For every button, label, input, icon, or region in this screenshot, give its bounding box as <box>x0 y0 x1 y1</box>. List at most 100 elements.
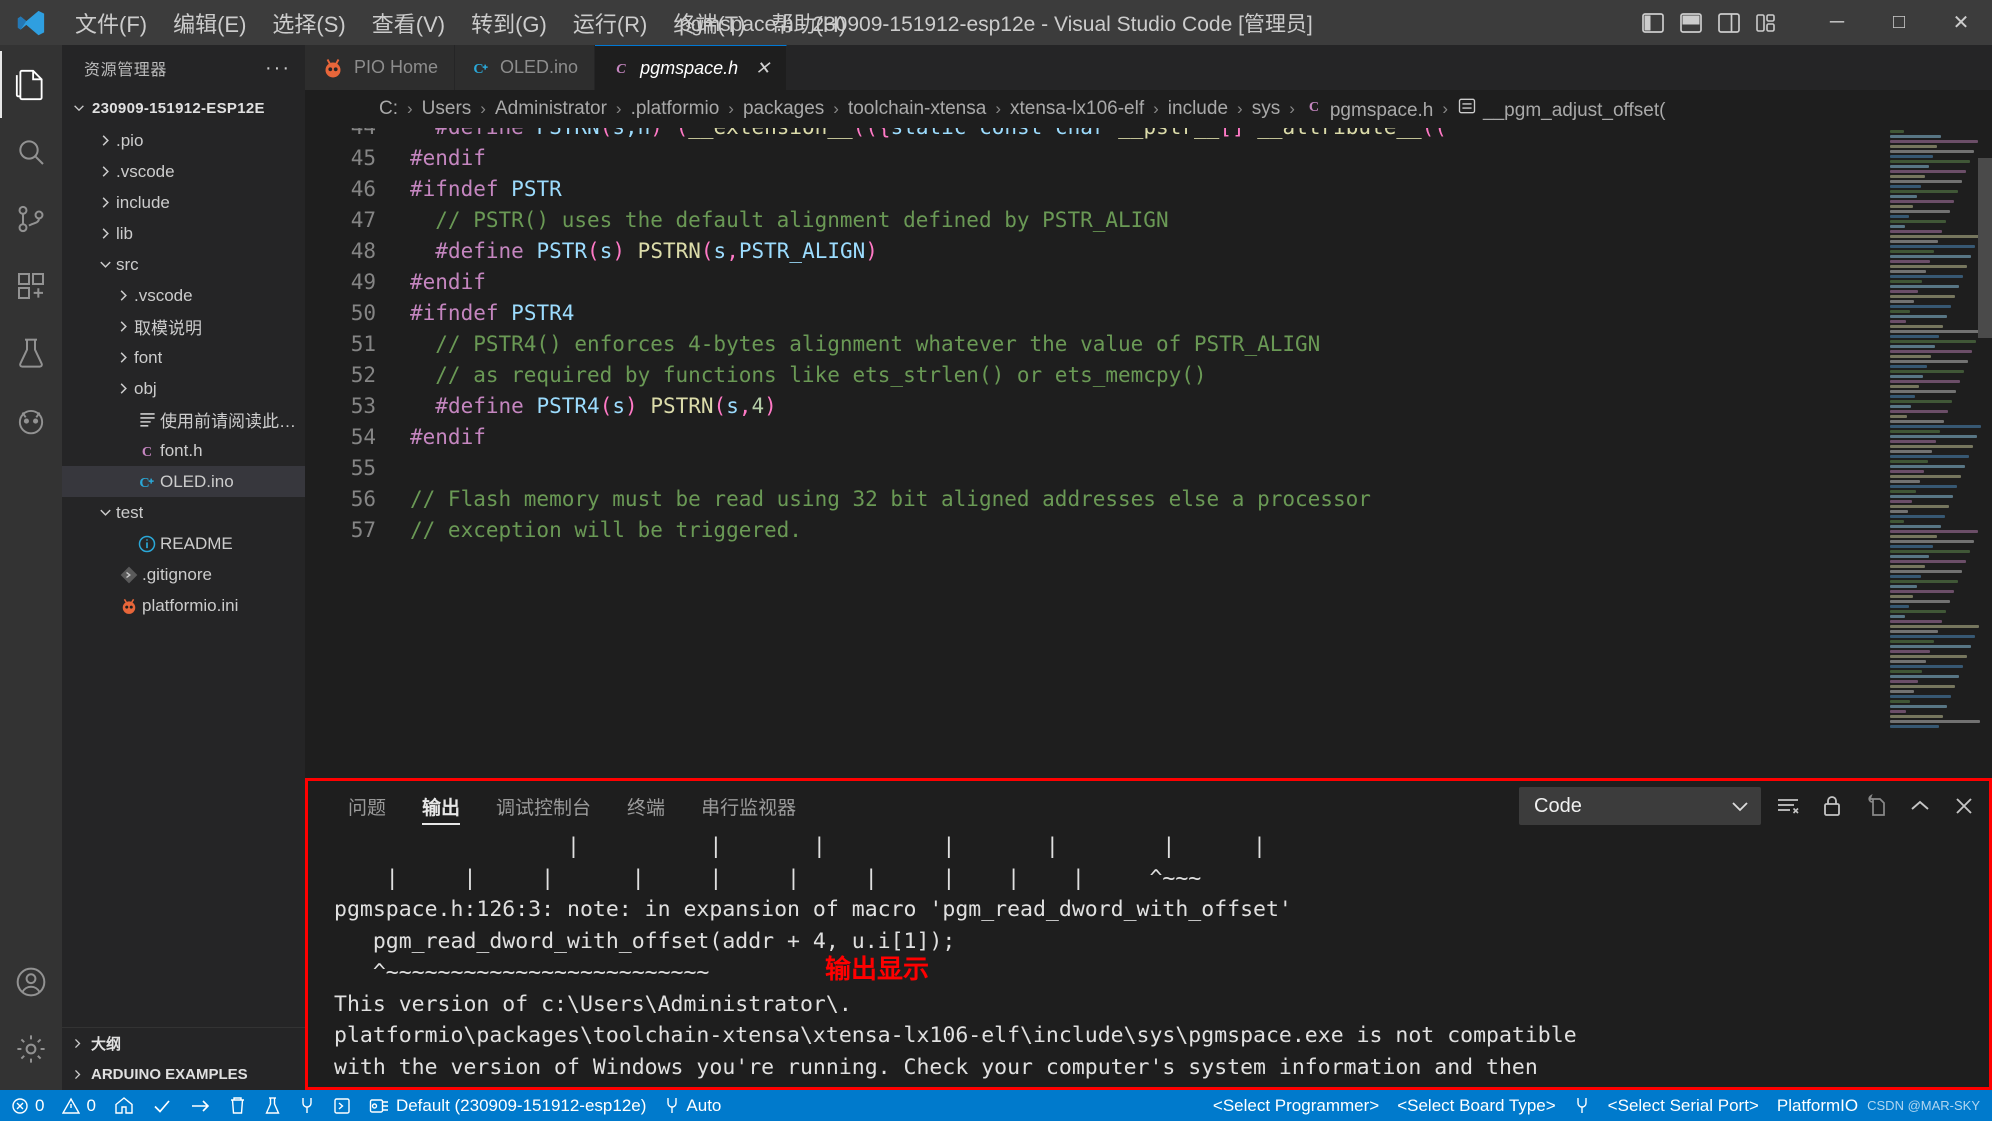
tree-item-src[interactable]: src <box>62 249 305 280</box>
sidebar-item-extensions[interactable] <box>0 252 62 319</box>
open-in-editor-icon[interactable] <box>1859 789 1893 823</box>
breadcrumb[interactable]: C:›Users›Administrator›.platformio›packa… <box>305 90 1992 128</box>
tree-item-obj[interactable]: obj <box>62 373 305 404</box>
menu-select[interactable]: 选择(S) <box>259 3 358 43</box>
tree-item-lib[interactable]: lib <box>62 218 305 249</box>
tree-item-oled.ino[interactable]: COLED.ino <box>62 466 305 497</box>
editor-tab-bar[interactable]: PIO HomeCOLED.inoCpgmspace.h✕ <box>305 45 1992 90</box>
editor-tab-piohome[interactable]: PIO Home <box>305 45 455 90</box>
code-line[interactable]: 48 #define PSTR(s) PSTRN(s,PSTR_ALIGN) <box>305 236 1884 267</box>
status-select-serial-port[interactable]: <Select Serial Port> <box>1599 1090 1768 1121</box>
code-line[interactable]: 52 // as required by functions like ets_… <box>305 360 1884 391</box>
code-line[interactable]: 50#ifndef PSTR4 <box>305 298 1884 329</box>
menu-file[interactable]: 文件(F) <box>62 3 160 43</box>
menu-bar[interactable]: 文件(F) 编辑(E) 选择(S) 查看(V) 转到(G) 运行(R) 终端(T… <box>62 3 859 43</box>
tree-item-.gitignore[interactable]: .gitignore <box>62 559 305 590</box>
code-line[interactable]: 53 #define PSTR4(s) PSTRN(s,4) <box>305 391 1884 422</box>
editor-tab-pgmspaceh[interactable]: Cpgmspace.h✕ <box>595 45 787 90</box>
status-warnings[interactable]: 0 <box>53 1090 104 1121</box>
breadcrumb-item[interactable]: Cpgmspace.h <box>1302 96 1436 122</box>
scrollbar-thumb[interactable] <box>1978 158 1992 338</box>
code-line[interactable]: 44 #define PSTRN(s,n) (__extension__(({s… <box>305 128 1884 143</box>
settings-gear-icon[interactable] <box>0 1015 62 1082</box>
toggle-panel-icon[interactable] <box>1678 10 1704 36</box>
toggle-secondary-sidebar-icon[interactable] <box>1716 10 1742 36</box>
toggle-primary-sidebar-icon[interactable] <box>1640 10 1666 36</box>
breadcrumb-item[interactable]: .platformio <box>629 98 722 120</box>
project-root-row[interactable]: 230909-151912-ESP12E <box>62 91 305 125</box>
status-serial-monitor-button[interactable] <box>290 1090 324 1121</box>
tree-item-readme[interactable]: README <box>62 528 305 559</box>
code-line[interactable]: 55 <box>305 453 1884 484</box>
tree-item-platformio.ini[interactable]: platformio.ini <box>62 590 305 621</box>
output-channel-select[interactable]: Code <box>1519 787 1761 825</box>
tree-item-font.h[interactable]: Cfont.h <box>62 435 305 466</box>
sidebar-item-explorer[interactable] <box>0 51 62 118</box>
window-close-button[interactable]: ✕ <box>1930 0 1992 45</box>
tab-problems[interactable]: 问题 <box>330 781 404 831</box>
breadcrumb-item[interactable]: Administrator <box>493 98 609 120</box>
tree-item-test[interactable]: test <box>62 497 305 528</box>
breadcrumb-item[interactable]: sys <box>1250 98 1283 120</box>
tab-debug-console[interactable]: 调试控制台 <box>478 781 609 831</box>
menu-terminal[interactable]: 终端(T) <box>660 3 758 43</box>
tree-item-include[interactable]: include <box>62 187 305 218</box>
breadcrumb-item[interactable]: C: <box>377 98 400 120</box>
status-upload-button[interactable] <box>181 1090 220 1121</box>
output-content[interactable]: | | | | | | | | | | | | | | | | | ^~~~pg… <box>308 831 1989 1087</box>
code-line[interactable]: 49#endif <box>305 267 1884 298</box>
code-line[interactable]: 57// exception will be triggered. <box>305 515 1884 546</box>
status-build-button[interactable] <box>143 1090 181 1121</box>
code-line[interactable]: 45#endif <box>305 143 1884 174</box>
menu-run[interactable]: 运行(R) <box>560 3 661 43</box>
breadcrumb-item[interactable]: include <box>1166 98 1230 120</box>
code-line[interactable]: 47 // PSTR() uses the default alignment … <box>305 205 1884 236</box>
status-clean-button[interactable] <box>220 1090 255 1121</box>
breadcrumb-item[interactable]: xtensa-lx106-elf <box>1008 98 1146 120</box>
panel-tab-bar[interactable]: 问题 输出 调试控制台 终端 串行监视器 Code <box>308 781 1989 831</box>
code-line[interactable]: 51 // PSTR4() enforces 4-bytes alignment… <box>305 329 1884 360</box>
status-select-programmer[interactable]: <Select Programmer> <box>1204 1090 1388 1121</box>
tab-output[interactable]: 输出 <box>404 781 478 831</box>
menu-help[interactable]: 帮助(H) <box>758 3 859 43</box>
window-minimize-button[interactable]: ─ <box>1806 0 1868 45</box>
status-test-button[interactable] <box>255 1090 290 1121</box>
collapse-panel-icon[interactable] <box>1903 789 1937 823</box>
sidebar-section-arduino-examples[interactable]: ARDUINO EXAMPLES <box>62 1059 305 1090</box>
breadcrumb-item[interactable]: Users <box>420 98 474 120</box>
code-line[interactable]: 46#ifndef PSTR <box>305 174 1884 205</box>
file-tree[interactable]: .pio.vscodeincludelibsrc.vscode取模说明fonto… <box>62 125 305 1027</box>
tab-serial-monitor[interactable]: 串行监视器 <box>683 781 814 831</box>
accounts-icon[interactable] <box>0 948 62 1015</box>
sidebar-item-testing[interactable] <box>0 319 62 386</box>
tree-item-.vscode[interactable]: .vscode <box>62 156 305 187</box>
menu-view[interactable]: 查看(V) <box>359 3 458 43</box>
code-line[interactable]: 54#endif <box>305 422 1884 453</box>
code-line[interactable]: 56// Flash memory must be read using 32 … <box>305 484 1884 515</box>
sidebar-item-search[interactable] <box>0 118 62 185</box>
menu-edit[interactable]: 编辑(E) <box>160 3 259 43</box>
tab-terminal[interactable]: 终端 <box>609 781 683 831</box>
status-serial-plug-button[interactable] <box>1565 1090 1599 1121</box>
sidebar-more-actions-button[interactable]: ··· <box>265 57 291 80</box>
sidebar-item-source-control[interactable] <box>0 185 62 252</box>
sidebar-section-outline[interactable]: 大纲 <box>62 1028 305 1059</box>
customize-layout-icon[interactable] <box>1754 10 1780 36</box>
tree-item-[interactable]: 取模说明 <box>62 311 305 342</box>
close-icon[interactable]: ✕ <box>755 58 770 79</box>
tree-item-font[interactable]: font <box>62 342 305 373</box>
status-project-environment[interactable]: Default (230909-151912-esp12e) <box>360 1090 655 1121</box>
window-maximize-button[interactable]: □ <box>1868 0 1930 45</box>
status-errors[interactable]: 0 <box>2 1090 53 1121</box>
breadcrumb-item[interactable]: packages <box>741 98 826 120</box>
lock-scroll-icon[interactable] <box>1815 789 1849 823</box>
sidebar-item-platformio[interactable] <box>0 386 62 453</box>
editor-tab-oledino[interactable]: COLED.ino <box>455 45 595 90</box>
status-serial-port-auto[interactable]: Auto <box>655 1090 730 1121</box>
menu-go[interactable]: 转到(G) <box>458 3 560 43</box>
tree-item-.pio[interactable]: .pio <box>62 125 305 156</box>
close-panel-icon[interactable] <box>1947 789 1981 823</box>
status-terminal-button[interactable] <box>324 1090 360 1121</box>
tree-item-.vscode[interactable]: .vscode <box>62 280 305 311</box>
breadcrumb-item[interactable]: toolchain-xtensa <box>846 98 988 120</box>
